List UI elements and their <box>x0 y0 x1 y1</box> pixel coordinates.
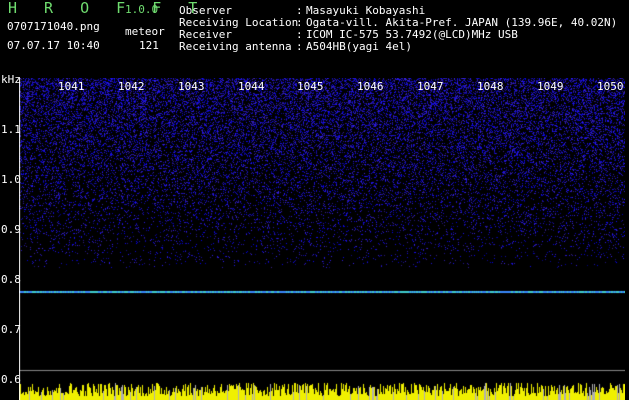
app-version: 1.0.0 <box>125 3 159 16</box>
x-tick-label: 1046 <box>357 80 384 93</box>
y-axis-unit: kHz <box>1 73 21 86</box>
header-panel: H R O F F T 1.0.0 0707171040.png 07.07.1… <box>0 0 629 78</box>
y-tick-label: 1.1 <box>1 123 21 136</box>
x-tick-label: 1045 <box>297 80 324 93</box>
x-tick-label: 1043 <box>178 80 205 93</box>
y-tick-label: 1.0 <box>1 173 21 186</box>
info-antenna-value: A504HB(yagi 4el) <box>306 40 412 53</box>
y-tick-label: 0.8 <box>1 273 21 286</box>
x-tick-label: 1042 <box>118 80 145 93</box>
capture-datetime: 07.07.17 10:40 <box>7 39 100 52</box>
x-tick-label: 1049 <box>537 80 564 93</box>
meteor-count-value: 121 <box>139 39 159 52</box>
meteor-count-label: meteor <box>125 25 165 38</box>
x-tick-label: 1050 <box>597 80 624 93</box>
spectrogram-waterfall <box>19 78 625 400</box>
y-tick-label: 0.6 <box>1 373 21 386</box>
x-tick-label: 1044 <box>238 80 265 93</box>
info-antenna-label: Receiving antenna <box>179 40 292 53</box>
info-antenna-sep: : <box>296 40 303 53</box>
y-tick-label: 0.9 <box>1 223 21 236</box>
y-tick-label: 0.7 <box>1 323 21 336</box>
app-title: H R O F F T <box>8 0 207 17</box>
file-name: 0707171040.png <box>7 20 100 33</box>
x-tick-label: 1041 <box>58 80 85 93</box>
x-tick-label: 1048 <box>477 80 504 93</box>
x-tick-label: 1047 <box>417 80 444 93</box>
